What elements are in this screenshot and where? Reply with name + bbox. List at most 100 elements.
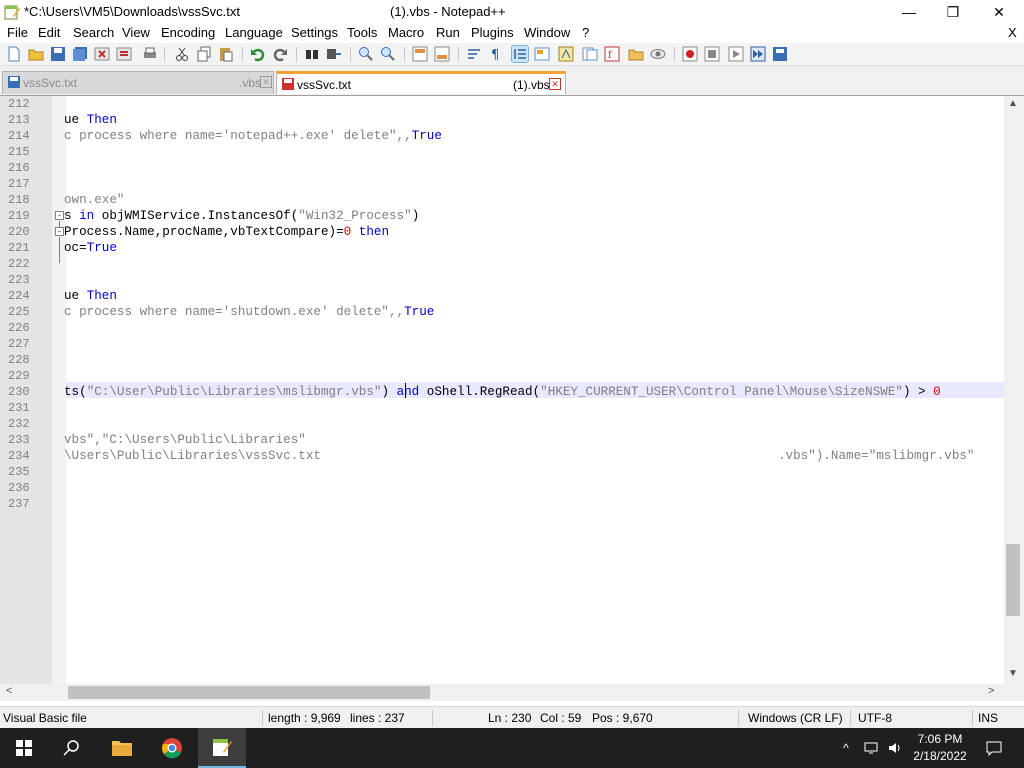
windows-taskbar: ^ 7:06 PM 2/18/2022	[0, 728, 1024, 768]
menu-file[interactable]: File	[7, 25, 28, 40]
minimize-button[interactable]: —	[886, 0, 932, 24]
tab-close-icon[interactable]: ✕	[260, 76, 272, 88]
menu-help[interactable]: ?	[582, 25, 589, 40]
zoom-out-icon[interactable]	[380, 46, 396, 62]
status-line: Ln : 230	[488, 711, 532, 725]
indent-guide-icon[interactable]	[511, 45, 529, 63]
scroll-up-icon[interactable]: ▲	[1008, 98, 1018, 109]
menu-edit[interactable]: Edit	[38, 25, 60, 40]
scroll-left-icon[interactable]: <	[6, 685, 12, 697]
line-number: 228	[8, 353, 30, 367]
vertical-scroll-thumb[interactable]	[1006, 544, 1020, 616]
paste-icon[interactable]	[218, 46, 234, 62]
doc-list-icon[interactable]	[582, 46, 598, 62]
taskbar-search-button[interactable]	[48, 728, 96, 768]
tray-chevron-icon[interactable]: ^	[836, 728, 856, 768]
word-wrap-icon[interactable]	[466, 46, 482, 62]
new-file-icon[interactable]	[6, 46, 22, 62]
line-number: 234	[8, 449, 30, 463]
start-button[interactable]	[0, 728, 48, 768]
vertical-scrollbar[interactable]: ▲ ▼	[1004, 96, 1024, 684]
menu-tools[interactable]: Tools	[347, 25, 377, 40]
undo-icon[interactable]	[250, 46, 266, 62]
notification-center-button[interactable]	[976, 728, 1012, 768]
scroll-right-icon[interactable]: >	[988, 685, 994, 697]
menu-run[interactable]: Run	[436, 25, 460, 40]
close-window-button[interactable]: ✕	[976, 0, 1022, 24]
clock-date[interactable]: 2/18/2022	[912, 749, 968, 763]
menu-settings[interactable]: Settings	[291, 25, 338, 40]
save-macro-icon[interactable]	[772, 46, 788, 62]
menu-language[interactable]: Language	[225, 25, 283, 40]
menu-window[interactable]: Window	[524, 25, 570, 40]
menu-plugins[interactable]: Plugins	[471, 25, 514, 40]
print-icon[interactable]	[142, 46, 158, 62]
volume-icon[interactable]	[884, 728, 906, 768]
scrollbar-corner	[1004, 684, 1024, 701]
scroll-down-icon[interactable]: ▼	[1008, 668, 1018, 679]
window-title-path: *C:\Users\VM5\Downloads\vssSvc.txt	[24, 4, 241, 19]
code-line-225: c process where name='shutdown.exe' dele…	[64, 305, 435, 319]
status-insert-mode: INS	[978, 711, 999, 725]
tab-close-icon[interactable]: ✕	[549, 78, 561, 90]
sync-vertical-icon[interactable]	[412, 46, 428, 62]
record-macro-icon[interactable]	[682, 46, 698, 62]
menu-search[interactable]: Search	[73, 25, 114, 40]
line-number: 226	[8, 321, 30, 335]
folder-workspace-icon[interactable]	[628, 46, 644, 62]
close-all-icon[interactable]	[116, 46, 132, 62]
line-number: 214	[8, 129, 30, 143]
clock-time[interactable]: 7:06 PM	[912, 732, 968, 746]
maximize-button[interactable]: ❐	[930, 0, 976, 24]
copy-icon[interactable]	[196, 46, 212, 62]
close-file-icon[interactable]	[94, 46, 110, 62]
line-number: 235	[8, 465, 30, 479]
tab-bar: vssSvc.txt .vbs ✕ vssSvc.txt (1).vbs ✕	[0, 66, 1024, 96]
show-all-chars-icon[interactable]: ¶	[488, 46, 504, 62]
monitoring-icon[interactable]	[650, 46, 666, 62]
fold-toggle-icon[interactable]: -	[55, 211, 64, 220]
find-icon[interactable]	[304, 46, 320, 62]
line-number: 213	[8, 113, 30, 127]
stop-macro-icon[interactable]	[704, 46, 720, 62]
tab-label-ext: (1).vbs	[513, 78, 550, 92]
zoom-in-icon[interactable]	[358, 46, 374, 62]
tab-vsssvc-vbs[interactable]: vssSvc.txt .vbs ✕	[2, 71, 274, 94]
tab-vsssvc-1-vbs[interactable]: vssSvc.txt (1).vbs ✕	[276, 71, 566, 94]
network-icon[interactable]	[860, 728, 882, 768]
doc-map-icon[interactable]	[558, 46, 574, 62]
taskbar-notepadpp[interactable]	[198, 728, 246, 768]
open-file-icon[interactable]	[28, 46, 44, 62]
sync-horizontal-icon[interactable]	[434, 46, 450, 62]
redo-icon[interactable]	[272, 46, 288, 62]
run-macro-multiple-icon[interactable]	[750, 46, 766, 62]
notepadpp-icon	[213, 739, 232, 756]
taskbar-file-explorer[interactable]	[98, 728, 146, 768]
save-icon[interactable]	[50, 46, 66, 62]
user-defined-lang-icon[interactable]	[534, 46, 550, 62]
play-macro-icon[interactable]	[728, 46, 744, 62]
code-line-221: oc=True	[64, 241, 117, 255]
line-number: 232	[8, 417, 30, 431]
menu-view[interactable]: View	[122, 25, 150, 40]
folder-icon	[112, 741, 132, 756]
code-line-234-tail: .vbs").Name="mslibmgr.vbs"	[778, 449, 975, 463]
search-icon	[63, 740, 79, 756]
fold-toggle-icon[interactable]: -	[55, 227, 64, 236]
code-line-214: c process where name='notepad++.exe' del…	[64, 129, 442, 143]
save-all-icon[interactable]	[72, 46, 88, 62]
horizontal-scroll-thumb[interactable]	[68, 686, 430, 699]
line-number: 225	[8, 305, 30, 319]
replace-icon[interactable]	[326, 46, 342, 62]
cut-icon[interactable]	[174, 46, 190, 62]
code-line-220: Process.Name,procName,vbTextCompare)=0 t…	[64, 225, 389, 239]
function-list-icon[interactable]: f	[604, 46, 620, 62]
line-number: 224	[8, 289, 30, 303]
code-editor[interactable]: 212 213 214 215 216 217 218 219 220 221 …	[0, 96, 1004, 684]
code-line-224: ue Then	[64, 289, 117, 303]
taskbar-chrome[interactable]	[148, 728, 196, 768]
horizontal-scrollbar[interactable]: < >	[0, 684, 1004, 701]
close-document-button[interactable]: X	[1008, 25, 1017, 40]
menu-encoding[interactable]: Encoding	[161, 25, 215, 40]
menu-macro[interactable]: Macro	[388, 25, 424, 40]
